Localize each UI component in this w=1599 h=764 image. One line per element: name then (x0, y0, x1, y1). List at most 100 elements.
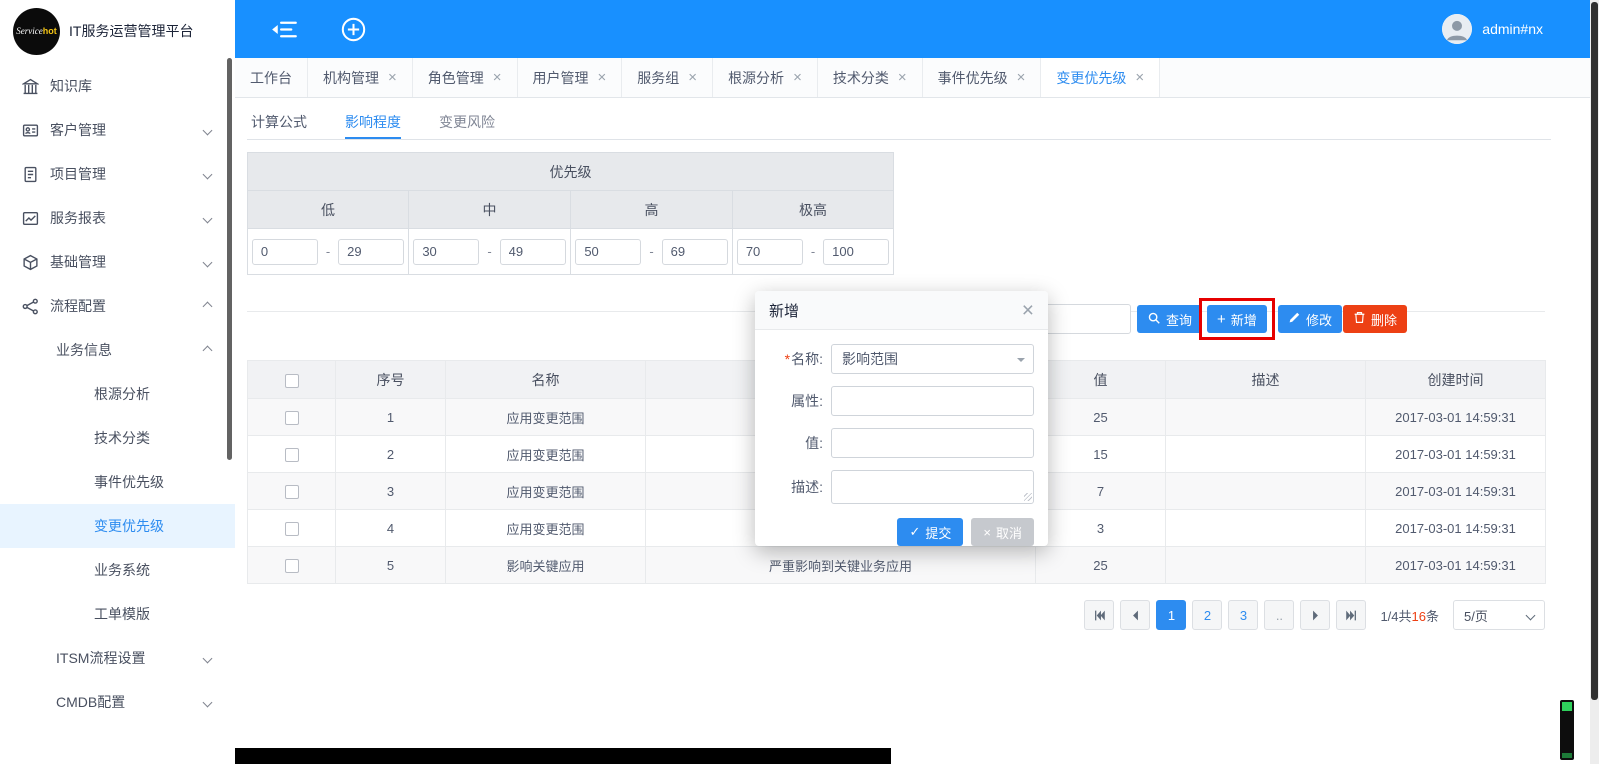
sidebar-item-incident-priority[interactable]: 事件优先级 (0, 460, 235, 504)
sidebar-item-process-config[interactable]: 流程配置 (0, 284, 235, 328)
select-all-checkbox[interactable] (285, 374, 299, 388)
close-icon[interactable]: × (688, 70, 697, 85)
close-icon[interactable]: × (1022, 300, 1034, 321)
cell-value: 25 (1036, 399, 1166, 436)
tab-tech-category[interactable]: 技术分类 × (818, 58, 923, 97)
sidebar-item-label: 变更优先级 (94, 516, 164, 536)
cell-created: 2017-03-01 14:59:31 (1366, 473, 1546, 510)
close-icon[interactable]: × (388, 70, 397, 85)
close-icon[interactable]: × (898, 70, 907, 85)
tab-label: 服务组 (637, 68, 679, 88)
sidebar-item-ticket-template[interactable]: 工单模版 (0, 592, 235, 636)
add-button[interactable]: + 新增 (1207, 305, 1267, 333)
sidebar-item-basic-mgmt[interactable]: 基础管理 (0, 240, 235, 284)
cancel-button[interactable]: × 取消 (971, 518, 1034, 546)
close-icon[interactable]: × (1017, 70, 1026, 85)
desc-textarea[interactable] (831, 470, 1034, 504)
range-low-max-input[interactable] (338, 239, 404, 265)
cell-attr: 严重影响到关键业务应用 (646, 547, 1036, 584)
tab-role-mgmt[interactable]: 角色管理 × (413, 58, 518, 97)
user-avatar[interactable] (1442, 14, 1472, 44)
sidebar-item-business-info[interactable]: 业务信息 (0, 328, 235, 372)
sidebar-item-service-report[interactable]: 服务报表 (0, 196, 235, 240)
user-menu[interactable]: admin#nx (1442, 14, 1543, 44)
summary-count: 16 (1412, 609, 1426, 624)
sidebar-item-label: 知识库 (50, 76, 92, 96)
cell-seq: 5 (336, 547, 446, 584)
close-icon[interactable]: × (598, 70, 607, 85)
pagination-page-1[interactable]: 1 (1156, 600, 1186, 630)
name-select-value: 影响范围 (842, 349, 898, 369)
range-low-min-input[interactable] (252, 239, 318, 265)
form-row-attr: 属性: (769, 386, 1034, 416)
query-button[interactable]: 查询 (1137, 305, 1202, 333)
tab-change-priority[interactable]: 变更优先级 × (1041, 58, 1160, 97)
pagination-next-button[interactable] (1300, 600, 1330, 630)
dialog-header: 新增 × (755, 291, 1048, 330)
close-icon[interactable]: × (1135, 70, 1144, 85)
tab-root-cause[interactable]: 根源分析 × (713, 58, 818, 97)
range-high-min-input[interactable] (575, 239, 641, 265)
pagination-ellipsis[interactable]: .. (1264, 600, 1294, 630)
row-checkbox[interactable] (285, 559, 299, 573)
pagination-page-2[interactable]: 2 (1192, 600, 1222, 630)
value-input[interactable] (831, 428, 1034, 458)
check-icon: ✓ (909, 524, 920, 540)
page-size-select[interactable]: 5/页 (1453, 600, 1545, 630)
pagination-last-button[interactable] (1336, 600, 1366, 630)
chevron-down-icon (203, 257, 213, 267)
range-critical-max-input[interactable] (823, 239, 889, 265)
sidebar-item-cmdb-config[interactable]: CMDB配置 (0, 680, 235, 724)
priority-range-table: 优先级 低 中 高 极高 - - - - (247, 152, 894, 275)
row-checkbox[interactable] (285, 485, 299, 499)
sidebar-item-tech-category[interactable]: 技术分类 (0, 416, 235, 460)
tab-workbench[interactable]: 工作台 (235, 58, 308, 97)
subtab-impact-level[interactable]: 影响程度 (345, 106, 401, 139)
row-checkbox[interactable] (285, 522, 299, 536)
range-medium-max-input[interactable] (500, 239, 566, 265)
delete-button[interactable]: 删除 (1343, 305, 1407, 333)
sidebar-item-label: 工单模版 (94, 604, 150, 624)
close-icon[interactable]: × (793, 70, 802, 85)
tab-org-mgmt[interactable]: 机构管理 × (308, 58, 413, 97)
range-high-max-input[interactable] (662, 239, 728, 265)
attr-input[interactable] (831, 386, 1034, 416)
tab-incident-priority[interactable]: 事件优先级 × (923, 58, 1042, 97)
subtab-calc-formula[interactable]: 计算公式 (251, 106, 307, 139)
sidebar-item-business-system[interactable]: 业务系统 (0, 548, 235, 592)
sidebar-item-label: ITSM流程设置 (56, 648, 145, 668)
tab-bar: 工作台 机构管理 × 角色管理 × 用户管理 × 服务组 × 根源分析 × 技术… (235, 58, 1599, 98)
dialog-footer: ✓ 提交 × 取消 (755, 516, 1048, 546)
sidebar-item-itsm-process[interactable]: ITSM流程设置 (0, 636, 235, 680)
page-scrollbar-thumb[interactable] (1591, 2, 1598, 700)
pagination-prev-button[interactable] (1120, 600, 1150, 630)
collapse-sidebar-icon[interactable] (271, 18, 298, 41)
range-dash: - (487, 244, 491, 259)
cell-name: 应用变更范围 (446, 436, 646, 473)
close-icon[interactable]: × (493, 70, 502, 85)
submit-button[interactable]: ✓ 提交 (897, 518, 963, 546)
tab-user-mgmt[interactable]: 用户管理 × (518, 58, 623, 97)
cell-created: 2017-03-01 14:59:31 (1366, 399, 1546, 436)
pagination-first-button[interactable] (1084, 600, 1114, 630)
sidebar-item-customer-mgmt[interactable]: 客户管理 (0, 108, 235, 152)
sidebar-item-change-priority[interactable]: 变更优先级 (0, 504, 235, 548)
logo-text-accent: hot (43, 26, 57, 36)
logo-text-main: Service (16, 26, 42, 36)
sidebar-item-root-cause[interactable]: 根源分析 (0, 372, 235, 416)
page-scrollbar-track[interactable] (1590, 0, 1599, 764)
sidebar-scrollbar[interactable] (227, 58, 232, 460)
sidebar-item-knowledge-base[interactable]: 知识库 (0, 64, 235, 108)
edit-button[interactable]: 修改 (1278, 305, 1342, 333)
row-checkbox[interactable] (285, 448, 299, 462)
tab-service-group[interactable]: 服务组 × (622, 58, 713, 97)
sidebar-item-project-mgmt[interactable]: 项目管理 (0, 152, 235, 196)
row-checkbox[interactable] (285, 411, 299, 425)
range-medium-min-input[interactable] (413, 239, 479, 265)
name-select[interactable]: 影响范围 (831, 344, 1034, 374)
pagination-page-3[interactable]: 3 (1228, 600, 1258, 630)
range-critical-min-input[interactable] (737, 239, 803, 265)
col-header-value: 值 (1036, 361, 1166, 399)
add-circle-icon[interactable] (340, 16, 367, 43)
subtab-change-risk[interactable]: 变更风险 (439, 106, 495, 139)
